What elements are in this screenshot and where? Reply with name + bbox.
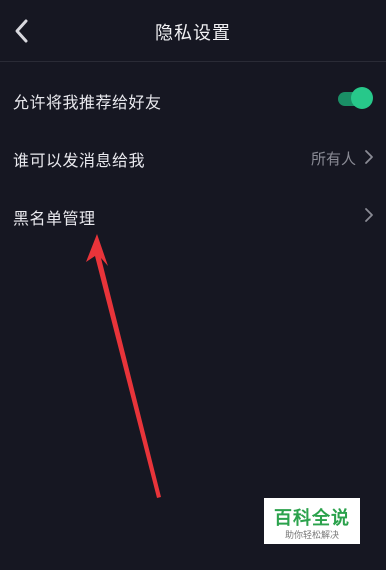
privacy-settings-screen: 隐私设置 允许将我推荐给好友 谁可以发消息给我 所有人 黑名单管理 百科全说 助… xyxy=(0,0,386,570)
watermark-title: 百科全说 xyxy=(274,508,350,529)
watermark-subtitle: 助你轻松解决 xyxy=(284,531,339,541)
watermark-logo: 百科全说 助你轻松解决 xyxy=(264,498,360,544)
annotation-arrow xyxy=(86,234,161,498)
